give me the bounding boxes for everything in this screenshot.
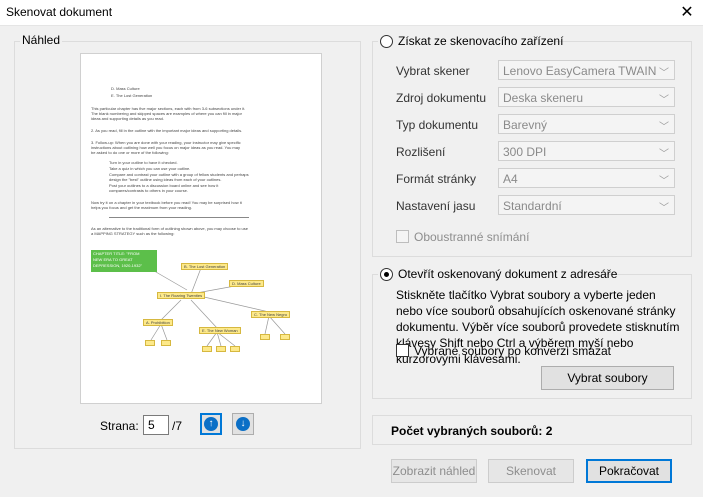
resolution-select[interactable]: 300 DPI ﹀ bbox=[498, 141, 675, 161]
scanner-legend[interactable]: Získat ze skenovacího zařízení bbox=[378, 34, 563, 50]
type-select-value: Barevný bbox=[503, 118, 548, 132]
close-icon[interactable]: ✕ bbox=[677, 2, 697, 22]
chevron-down-icon: ﹀ bbox=[659, 68, 669, 79]
chevron-down-icon: ﹀ bbox=[659, 95, 669, 106]
title-bar: Skenovat dokument ✕ bbox=[0, 0, 703, 26]
scanner-select-value: Lenovo EasyCamera TWAIN bbox=[503, 64, 657, 78]
map-node-new-woman: E. The New Woman bbox=[199, 327, 241, 334]
resolution-select-value: 300 DPI bbox=[503, 145, 547, 159]
scanner-source-radio[interactable] bbox=[380, 35, 393, 48]
continue-button[interactable]: Pokračovat bbox=[586, 459, 672, 483]
selected-files-count: Počet vybraných souborů: 2 bbox=[391, 424, 553, 438]
map-node-prohibition: A. Prohibition bbox=[143, 319, 173, 326]
map-leaf bbox=[145, 340, 155, 346]
map-title-box: CHAPTER TITLE: "FROM NEW ERA TO GREAT DE… bbox=[91, 250, 157, 272]
document-preview: D. Mass Culture E. The Lost Generation T… bbox=[80, 53, 322, 404]
map-node-lost-generation: B. The Lost Generation bbox=[181, 263, 229, 270]
map-leaf bbox=[216, 346, 226, 352]
next-page-button[interactable]: ↓ bbox=[232, 413, 254, 435]
folder-source-radio[interactable] bbox=[380, 268, 393, 281]
resolution-field-label: Rozlišení bbox=[396, 145, 446, 159]
scan-button[interactable]: Skenovat bbox=[488, 459, 574, 483]
chevron-down-icon: ﹀ bbox=[659, 176, 669, 187]
page-format-select-value: A4 bbox=[503, 172, 518, 186]
map-leaf bbox=[161, 340, 171, 346]
map-leaf bbox=[260, 334, 270, 340]
arrow-down-icon: ↓ bbox=[236, 417, 250, 431]
map-leaf bbox=[280, 334, 290, 340]
source-field-label: Zdroj dokumentu bbox=[396, 91, 487, 105]
brightness-select-value: Standardní bbox=[503, 199, 562, 213]
arrow-up-icon: ↑ bbox=[204, 417, 218, 431]
map-node-new-negro: C. The New Negro bbox=[251, 311, 291, 318]
scanner-select[interactable]: Lenovo EasyCamera TWAIN ﹀ bbox=[498, 60, 675, 80]
page-total: /7 bbox=[172, 419, 183, 433]
delete-after-convert-label: Vybrané soubory po konverzi smazat bbox=[414, 344, 611, 358]
map-node-roaring-twenties: I. The Roaring Twenties bbox=[157, 292, 206, 299]
previous-page-button[interactable]: ↑ bbox=[200, 413, 222, 435]
folder-legend[interactable]: Otevřít oskenovaný dokument z adresáře bbox=[378, 267, 617, 283]
map-leaf bbox=[230, 346, 240, 352]
map-title-line-3: DEPRESSION, 1920-1932" bbox=[93, 263, 142, 268]
brightness-field-label: Nastavení jasu bbox=[396, 199, 476, 213]
preview-button[interactable]: Zobrazit náhled bbox=[391, 459, 477, 483]
type-field-label: Typ dokumentu bbox=[396, 118, 479, 132]
chevron-down-icon: ﹀ bbox=[659, 149, 669, 160]
page-number-input[interactable]: 5 bbox=[143, 415, 169, 435]
delete-after-convert-checkbox[interactable] bbox=[396, 344, 409, 357]
source-select[interactable]: Deska skeneru ﹀ bbox=[498, 87, 675, 107]
page-format-field-label: Formát stránky bbox=[396, 172, 477, 186]
scanner-source-label: Získat ze skenovacího zařízení bbox=[398, 34, 564, 48]
page-format-select[interactable]: A4 ﹀ bbox=[498, 168, 675, 188]
preview-group-label: Náhled bbox=[20, 33, 63, 47]
brightness-select[interactable]: Standardní ﹀ bbox=[498, 195, 675, 215]
duplex-checkbox[interactable] bbox=[396, 230, 409, 243]
chevron-down-icon: ﹀ bbox=[659, 203, 669, 214]
duplex-label: Oboustranné snímání bbox=[414, 230, 530, 244]
chevron-down-icon: ﹀ bbox=[659, 122, 669, 133]
map-leaf bbox=[202, 346, 212, 352]
source-select-value: Deska skeneru bbox=[503, 91, 584, 105]
scanner-field-label: Vybrat skener bbox=[396, 64, 470, 78]
page-label: Strana: bbox=[100, 419, 139, 433]
window-title: Skenovat dokument bbox=[6, 5, 113, 19]
type-select[interactable]: Barevný ﹀ bbox=[498, 114, 675, 134]
folder-source-label: Otevřít oskenovaný dokument z adresáře bbox=[398, 267, 618, 281]
map-node-mass-culture: D. Mass Culture bbox=[229, 280, 264, 287]
select-files-button[interactable]: Vybrat soubory bbox=[541, 366, 674, 390]
